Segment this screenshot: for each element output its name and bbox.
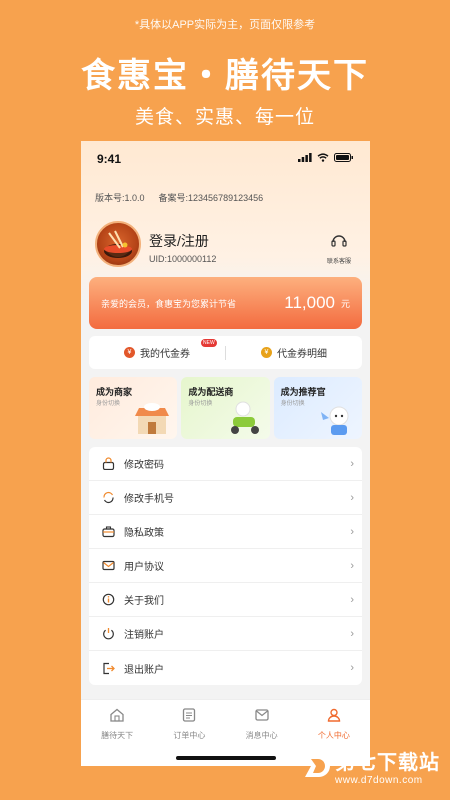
chef-illustration-icon <box>320 406 349 435</box>
chevron-right-icon: › <box>350 457 354 470</box>
menu-item-privacy-policy[interactable]: 隐私政策 › <box>89 515 362 549</box>
role-title: 成为商家 <box>96 387 133 397</box>
menu-label: 修改手机号 <box>124 494 174 505</box>
version-info: 版本号:1.0.0 备案号:123456789123456 <box>95 191 263 204</box>
watermark-title: 第七下载站 <box>335 752 440 774</box>
tab-label: 膳待天下 <box>101 731 134 740</box>
version-number: 版本号:1.0.0 <box>95 193 145 203</box>
menu-item-change-password[interactable]: 修改密码 › <box>89 447 362 481</box>
new-badge: NEW <box>201 339 217 347</box>
chevron-right-icon: › <box>350 662 354 674</box>
menu-label: 修改密码 <box>124 460 164 471</box>
status-icons <box>298 153 354 162</box>
menu-label: 注销账户 <box>124 630 164 641</box>
power-icon <box>100 626 116 642</box>
my-coupons-label: 我的代金券 <box>140 349 190 360</box>
chevron-right-icon: › <box>350 491 354 504</box>
watermark-url: www.d7down.com <box>335 775 423 786</box>
message-icon <box>254 709 269 721</box>
role-sub: 身份切换 <box>188 401 213 407</box>
customer-service-button[interactable]: 联系客服 <box>322 232 356 265</box>
chevron-right-icon: › <box>350 627 354 640</box>
savings-text: 亲爱的会员，食惠宝为您累计节省 <box>101 298 237 309</box>
watermark: 第七下载站 www.d7down.com <box>301 746 440 786</box>
status-time: 9:41 <box>97 152 122 166</box>
record-number: 备案号:123456789123456 <box>158 193 264 203</box>
briefcase-icon <box>100 524 116 540</box>
settings-menu: 修改密码 › 修改手机号 › 隐私政策 › 用户协议 › 关于我们 › 注销账户… <box>89 447 362 685</box>
become-distributor-card[interactable]: 成为配送商 身份切换 <box>181 377 270 439</box>
battery-icon <box>334 153 353 162</box>
menu-label: 关于我们 <box>124 596 164 607</box>
login-register-link[interactable]: 登录/注册 <box>149 231 209 251</box>
refresh-phone-icon <box>100 490 116 506</box>
chevron-right-icon: › <box>350 559 354 572</box>
role-sub: 身份切换 <box>96 401 121 407</box>
savings-banner: 亲爱的会员，食惠宝为您累计节省 11,000 元 <box>89 277 362 329</box>
menu-label: 用户协议 <box>124 562 164 573</box>
role-sub: 身份切换 <box>280 401 305 407</box>
disclaimer: *具体以APP实际为主，页面仅限参考 <box>134 19 316 31</box>
coupon-details-button[interactable]: ¥ 代金券明细 <box>226 345 362 360</box>
user-icon <box>327 708 341 722</box>
tab-home[interactable]: 膳待天下 <box>81 700 153 766</box>
my-coupons-button[interactable]: ¥ 我的代金券 NEW <box>89 339 225 360</box>
phone-screen: 9:41 版本号:1.0.0 备案号:123456789123456 登录/注册… <box>81 141 370 766</box>
become-merchant-card[interactable]: 成为商家 身份切换 <box>89 377 178 439</box>
tab-label: 订单中心 <box>173 731 206 740</box>
savings-amount: 11,000 <box>284 293 335 312</box>
list-icon <box>183 708 196 722</box>
shop-illustration-icon <box>135 403 170 434</box>
promo-title: 食惠宝・膳待天下 <box>81 57 369 95</box>
menu-item-logout[interactable]: 退出账户 › <box>89 651 362 685</box>
menu-item-user-agreement[interactable]: 用户协议 › <box>89 549 362 583</box>
coupon-coin-icon: ¥ <box>124 347 135 358</box>
avatar[interactable] <box>95 221 141 267</box>
wifi-icon <box>317 153 329 162</box>
scooter-rider-illustration-icon <box>230 401 259 434</box>
signal-icon <box>298 153 312 162</box>
coupon-details-label: 代金券明细 <box>277 349 327 360</box>
become-referrer-card[interactable]: 成为推荐官 身份切换 <box>273 377 362 439</box>
promo-subtitle: 美食、实惠、每一位 <box>134 107 315 128</box>
user-uid: UID:1000000112 <box>149 254 217 264</box>
headset-icon <box>331 235 347 247</box>
coupon-bar: ¥ 我的代金券 NEW ¥ 代金券明细 <box>89 336 362 369</box>
chevron-right-icon: › <box>350 525 354 538</box>
tab-label: 个人中心 <box>317 731 350 740</box>
menu-item-delete-account[interactable]: 注销账户 › <box>89 617 362 651</box>
food-bowl-icon <box>104 230 132 258</box>
savings-unit: 元 <box>340 298 350 309</box>
tab-label: 消息中心 <box>245 731 278 740</box>
menu-item-change-phone[interactable]: 修改手机号 › <box>89 481 362 515</box>
chevron-right-icon: › <box>350 593 354 606</box>
role-switch-cards: 成为商家 身份切换 成为配送商 身份切换 成为推荐官 身份切换 <box>89 377 362 439</box>
menu-label: 隐私政策 <box>124 528 164 539</box>
home-icon <box>110 708 124 722</box>
download-site-logo-icon <box>305 755 330 777</box>
home-indicator <box>176 756 276 760</box>
customer-service-label: 联系客服 <box>326 259 351 265</box>
role-title: 成为推荐官 <box>280 387 326 397</box>
info-icon <box>100 592 116 608</box>
lock-icon <box>100 456 116 472</box>
menu-label: 退出账户 <box>124 664 164 676</box>
coupon-detail-coin-icon: ¥ <box>261 347 272 358</box>
menu-item-about-us[interactable]: 关于我们 › <box>89 583 362 617</box>
role-title: 成为配送商 <box>188 387 234 397</box>
mail-icon <box>100 558 116 574</box>
logout-icon <box>100 660 116 676</box>
